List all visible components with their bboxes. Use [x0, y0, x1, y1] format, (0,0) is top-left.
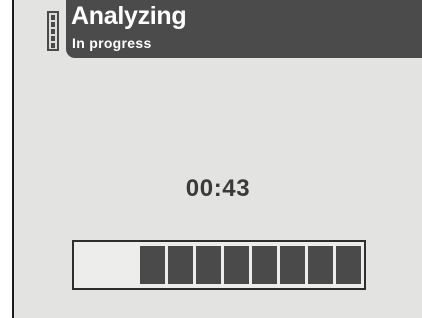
page-title: Analyzing	[71, 2, 187, 30]
progress-bar	[72, 240, 366, 290]
progress-segment	[224, 246, 249, 284]
progress-segment	[140, 246, 165, 284]
progress-segment	[308, 246, 333, 284]
progress-segment	[280, 246, 305, 284]
progress-segment	[252, 246, 277, 284]
header-bar: Analyzing In progress	[66, 0, 422, 58]
status-subtitle: In progress	[72, 35, 152, 51]
progress-segment	[168, 246, 193, 284]
progress-segment	[196, 246, 221, 284]
elapsed-timer: 00:43	[185, 175, 251, 202]
progress-fill	[140, 246, 361, 284]
progress-segment	[336, 246, 361, 284]
battery-icon	[47, 11, 59, 51]
